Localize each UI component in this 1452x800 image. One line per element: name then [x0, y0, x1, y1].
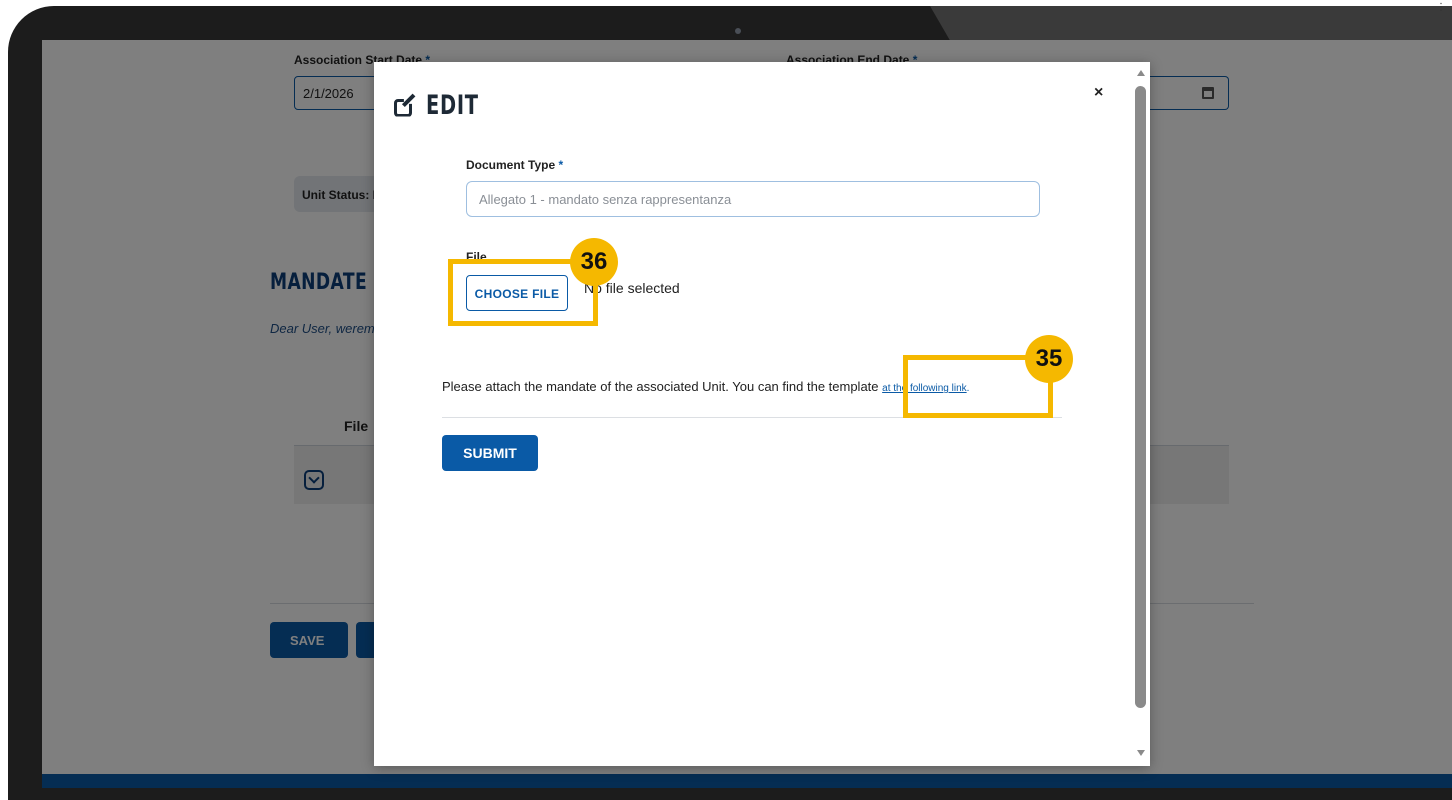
modal-title: EDIT: [394, 90, 499, 121]
annotation-badge: 36: [570, 238, 618, 286]
webcam-icon: [735, 28, 741, 34]
attach-instructions: Please attach the mandate of the associa…: [442, 379, 970, 394]
submit-button[interactable]: SUBMIT: [442, 435, 538, 471]
bezel-glare: [930, 6, 1452, 42]
modal-scrollbar[interactable]: [1132, 62, 1150, 766]
laptop-frame: ⋮ Association Start Date * 2/1/2026 Asso…: [0, 0, 1452, 800]
scroll-down-arrow-icon[interactable]: [1137, 750, 1145, 756]
edit-icon: [394, 93, 416, 117]
close-icon[interactable]: ×: [1094, 84, 1103, 102]
scroll-up-arrow-icon[interactable]: [1137, 70, 1145, 76]
scroll-thumb[interactable]: [1135, 86, 1146, 708]
screen: Association Start Date * 2/1/2026 Associ…: [42, 40, 1452, 788]
document-type-field[interactable]: Allegato 1 - mandato senza rappresentanz…: [466, 181, 1040, 217]
modal-title-text: EDIT: [426, 90, 479, 121]
corner-dots-icon: ⋮: [1436, 2, 1446, 13]
annotation-badge: 35: [1025, 335, 1073, 383]
document-type-label: Document Type *: [466, 158, 564, 172]
